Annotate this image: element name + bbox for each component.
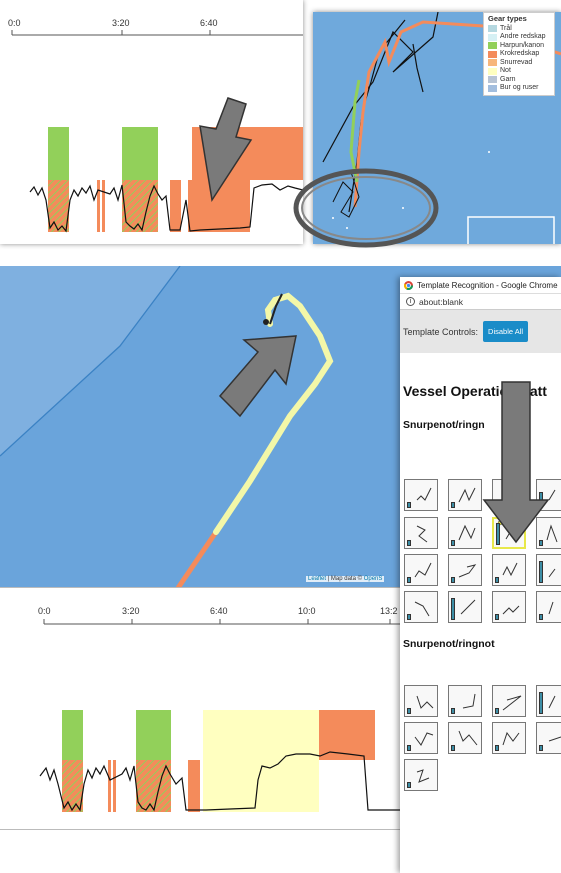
template-thumbnail[interactable] [492, 685, 526, 717]
controls-label: Template Controls: [403, 326, 479, 337]
tick-label: 10:0 [298, 606, 316, 616]
chrome-logo-icon [404, 280, 413, 290]
arrow-down-icon [482, 381, 550, 544]
speed-line [29, 183, 303, 233]
template-thumbnail[interactable] [404, 685, 438, 717]
address-bar[interactable]: i about:blank [400, 294, 561, 310]
template-thumbnail[interactable] [404, 479, 438, 511]
disable-all-button[interactable]: Disable All [483, 321, 529, 342]
window-title-bar[interactable]: Template Recognition - Google Chrome [400, 277, 561, 294]
map-attribution: Leaflet | Map data © OpenS [306, 576, 385, 582]
tick-label: 3:20 [112, 18, 130, 28]
legend-item: Krokredskap [488, 50, 550, 59]
template-thumbnail[interactable] [404, 759, 438, 791]
legend-item: Garn [488, 76, 550, 85]
legend-item: Bur og ruser [488, 84, 550, 93]
info-icon[interactable]: i [406, 297, 415, 306]
tick-label: 0:0 [38, 606, 51, 616]
tick-label: 6:40 [210, 606, 228, 616]
template-thumbnail[interactable] [448, 554, 482, 586]
template-thumbnail[interactable] [448, 685, 482, 717]
template-recognition-window[interactable]: Template Recognition - Google Chrome i a… [400, 277, 561, 873]
leaflet-link[interactable]: Leaflet [308, 576, 326, 582]
legend-item: Andre redskap [488, 33, 550, 42]
highlight-ellipse [293, 168, 439, 248]
template-thumbnail[interactable] [448, 479, 482, 511]
template-thumbnail[interactable] [536, 591, 561, 623]
template-thumbnail[interactable] [536, 722, 561, 754]
gear-segment-not [203, 710, 319, 812]
template-thumbnail[interactable] [492, 591, 526, 623]
timeline-panel-top: 0:0 3:20 6:40 [0, 0, 303, 244]
tick-label: 3:20 [122, 606, 140, 616]
legend-item: Trål [488, 25, 550, 34]
template-controls-bar: Template Controls: Disable All [400, 310, 561, 353]
url-text: about:blank [419, 296, 463, 307]
timeline-chart-bottom: 0:0 3:20 6:40 10:0 13:2 [38, 606, 410, 812]
tick-label: 6:40 [200, 18, 218, 28]
window-title: Template Recognition - Google Chrome [417, 280, 558, 290]
template-thumbnail[interactable] [448, 722, 482, 754]
template-thumbnail[interactable] [404, 554, 438, 586]
openstreetmap-link[interactable]: OpenS [364, 576, 383, 582]
legend-item: Harpun/kanon [488, 42, 550, 51]
template-thumbnail[interactable] [404, 722, 438, 754]
section-heading: Snurpenot/ringnot [403, 638, 495, 650]
gear-segment [48, 180, 69, 232]
gear-types-legend: Gear types Trål Andre redskap Harpun/kan… [483, 12, 555, 96]
template-thumbnail[interactable] [404, 591, 438, 623]
template-thumbnail[interactable] [492, 554, 526, 586]
template-thumbnail[interactable] [448, 591, 482, 623]
template-thumbnail[interactable] [404, 517, 438, 549]
timeline-chart-top: 0:0 3:20 6:40 [8, 18, 303, 233]
template-thumbnail[interactable] [448, 517, 482, 549]
legend-item: Not [488, 67, 550, 76]
legend-item: Snurrevad [488, 59, 550, 68]
tick-label: 0:0 [8, 18, 21, 28]
gear-segment [48, 127, 69, 180]
template-thumbnail[interactable] [536, 685, 561, 717]
template-thumbnail[interactable] [536, 554, 561, 586]
template-thumbnail[interactable] [492, 722, 526, 754]
tick-label: 13:2 [380, 606, 398, 616]
legend-title: Gear types [488, 14, 527, 23]
